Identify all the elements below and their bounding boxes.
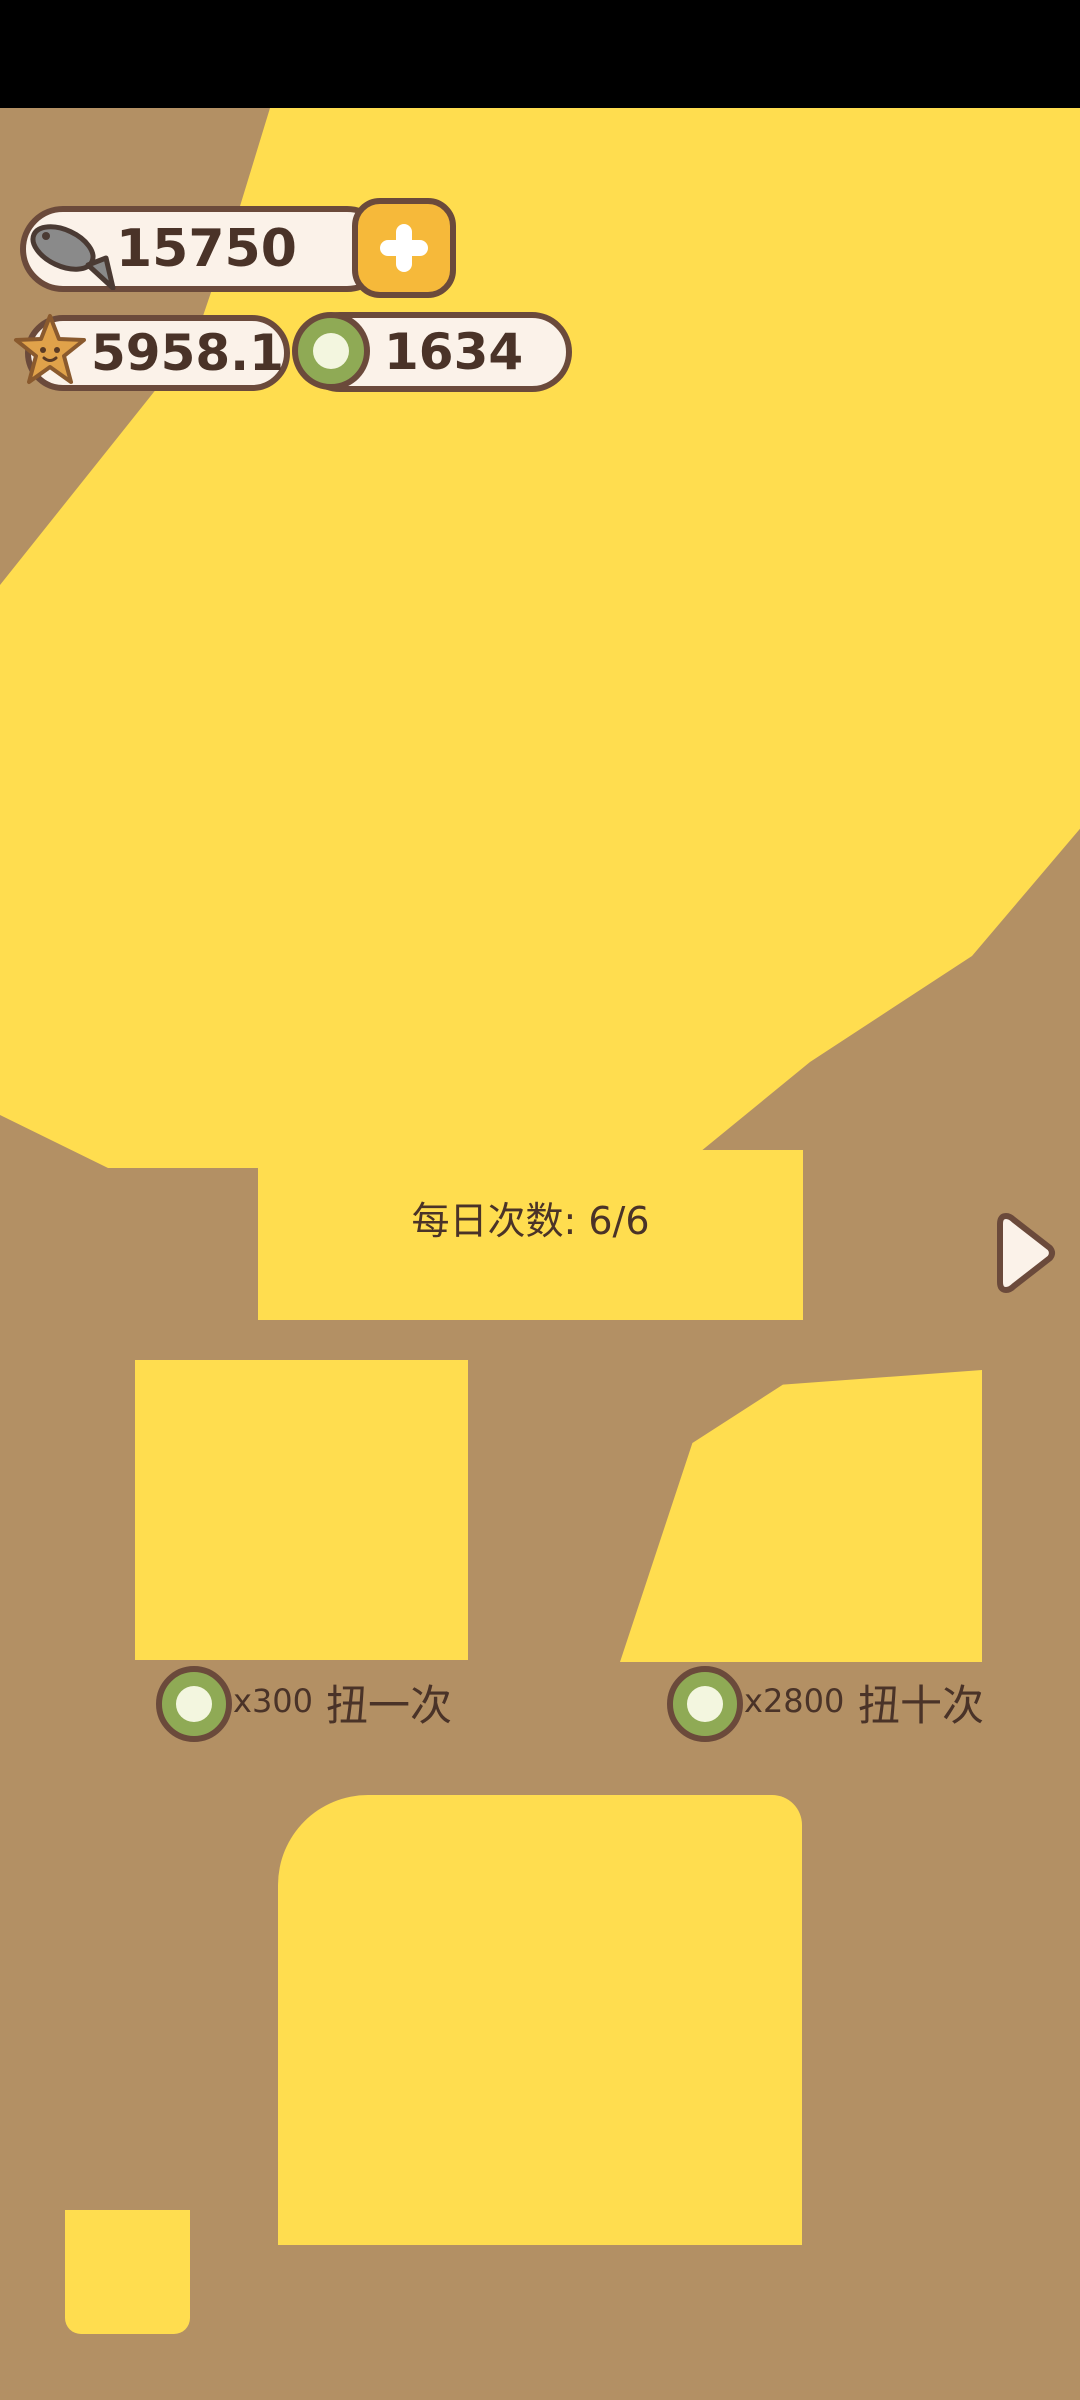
- add-fish-button[interactable]: [352, 198, 456, 298]
- plus-icon: [380, 224, 428, 272]
- ten-pull-cost: x2800: [744, 1682, 845, 1720]
- capsule-output-area[interactable]: [278, 1795, 802, 2245]
- daily-count-value: : 6/6: [563, 1199, 650, 1243]
- daily-count-text: 每日次数: 6/6: [258, 1190, 803, 1245]
- single-pull-art[interactable]: [135, 1360, 468, 1660]
- coin-icon: [156, 1666, 232, 1742]
- coin-icon: [292, 312, 370, 390]
- single-pull-cost: x300: [233, 1682, 314, 1720]
- single-pull-button[interactable]: 扭一次: [326, 1672, 452, 1733]
- fish-icon: [30, 224, 116, 290]
- coin-icon: [667, 1666, 743, 1742]
- corner-button[interactable]: [65, 2210, 190, 2334]
- star-icon: [14, 314, 86, 384]
- fish-amount: 15750: [116, 219, 297, 279]
- chevron-right-icon[interactable]: [996, 1208, 1056, 1298]
- star-amount: 5958.1: [91, 324, 284, 382]
- ten-pull-art[interactable]: [620, 1370, 982, 1662]
- coin-amount: 1634: [384, 323, 524, 381]
- ten-pull-button[interactable]: 扭十次: [858, 1672, 984, 1733]
- daily-count-label: 每日次数: [411, 1199, 564, 1243]
- status-bar: [0, 0, 1080, 108]
